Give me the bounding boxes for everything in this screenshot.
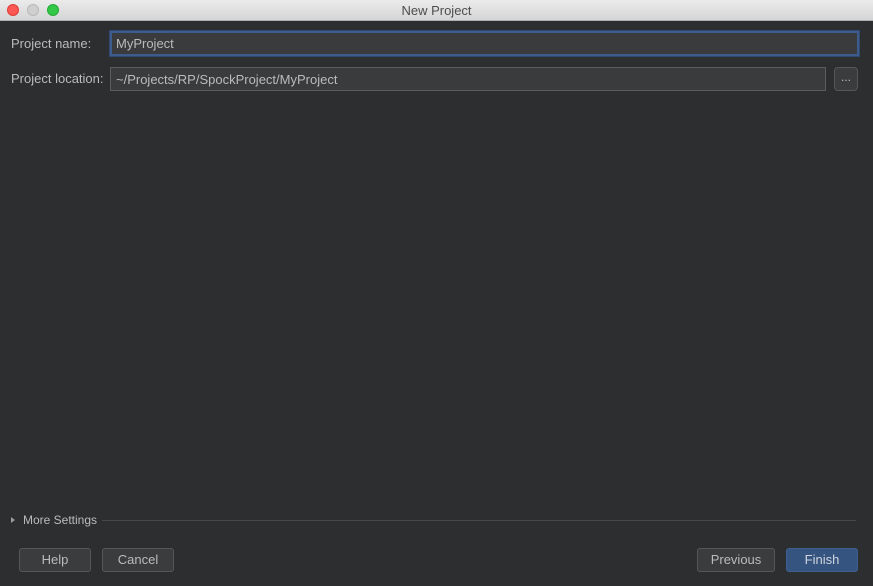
previous-button[interactable]: Previous xyxy=(697,548,775,572)
project-name-label: Project name: xyxy=(11,36,92,51)
more-settings-toggle[interactable]: More Settings xyxy=(11,513,97,527)
title-bar: New Project xyxy=(0,0,873,21)
project-location-input[interactable] xyxy=(110,67,826,91)
project-location-label: Project location: xyxy=(11,71,104,86)
project-name-input[interactable] xyxy=(110,31,859,56)
window-title: New Project xyxy=(401,3,472,18)
cancel-button[interactable]: Cancel xyxy=(102,548,174,572)
more-settings-label: More Settings xyxy=(23,513,98,527)
help-button[interactable]: Help xyxy=(19,548,91,572)
finish-button[interactable]: Finish xyxy=(786,548,858,572)
more-settings-divider xyxy=(102,520,856,521)
expand-triangle-icon xyxy=(11,517,15,523)
dialog-content: Project name: Project location: ... More… xyxy=(0,21,873,586)
browse-location-button[interactable]: ... xyxy=(834,67,858,91)
